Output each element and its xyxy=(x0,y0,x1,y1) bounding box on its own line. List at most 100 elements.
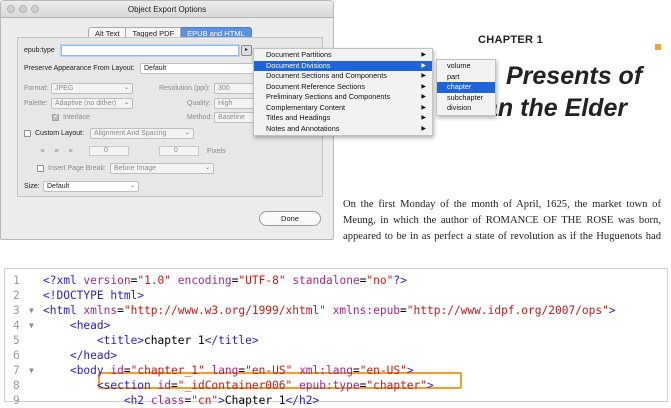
code-token: <h2 xyxy=(123,394,151,407)
chevron-down-icon: ⌄ xyxy=(129,183,135,189)
align-left-icon[interactable]: ≡ xyxy=(37,147,48,156)
custom-layout-checkbox[interactable] xyxy=(24,130,31,137)
preserve-appearance-select[interactable]: Default xyxy=(140,63,255,74)
chevron-down-icon: ⌄ xyxy=(123,100,129,106)
code-token: Chapter 1 xyxy=(224,394,286,407)
quality-select[interactable]: High xyxy=(214,98,255,109)
zoom-window-button[interactable] xyxy=(31,5,39,13)
menu-item-part[interactable]: part xyxy=(437,72,495,83)
epub-type-input[interactable] xyxy=(61,45,239,56)
menu-item-document-divisions[interactable]: Document Divisions ▶ xyxy=(254,60,432,71)
submenu-arrow-icon: ▶ xyxy=(421,73,426,79)
done-button[interactable]: Done xyxy=(259,211,321,226)
epub-type-menu-button[interactable]: ▸ xyxy=(241,45,252,56)
size-label: Size: xyxy=(24,183,40,190)
align-center-icon[interactable]: ≡ xyxy=(51,147,62,156)
code-line: 7 ▼ <body id="chapter_1" lang="en-US" xml… xyxy=(5,363,665,378)
code-token: = xyxy=(400,304,407,317)
chevron-down-icon: ⌄ xyxy=(184,130,190,136)
fold-arrow-icon[interactable]: ▼ xyxy=(29,363,34,378)
code-text: <!DOCTYPE html> xyxy=(43,288,144,303)
line-number: 3 xyxy=(13,304,20,317)
code-token: encoding xyxy=(177,274,232,287)
document-divisions-submenu: volume part chapter subchapter division xyxy=(436,59,496,116)
line-number: 1 xyxy=(13,274,20,287)
format-label: Format: xyxy=(24,85,49,92)
code-text: <body id="chapter_1" lang="en-US" xml:la… xyxy=(43,363,414,378)
code-token: class xyxy=(150,394,185,407)
close-window-button[interactable] xyxy=(7,5,15,13)
code-line: 4 ▼ <head> xyxy=(5,318,665,333)
code-line: 3 ▼ <html xmlns="http://www.w3.org/1999/xh… xyxy=(5,303,665,318)
line-number: 4 xyxy=(13,319,20,332)
line-number: 7 xyxy=(13,364,20,377)
menu-item-document-sections-and-components[interactable]: Document Sections and Components ▶ xyxy=(254,71,432,82)
code-token: xml:lang xyxy=(299,364,353,377)
dialog-titlebar: Object Export Options xyxy=(1,1,333,18)
custom-layout-select[interactable]: Alignment And Spacing ⌄ xyxy=(90,128,194,139)
menu-item-volume[interactable]: volume xyxy=(437,61,495,72)
code-token: xmlns:epub xyxy=(332,304,401,317)
palette-select[interactable]: Adaptive (no dither) ⌄ xyxy=(51,98,133,109)
interlace-checkbox[interactable] xyxy=(52,112,59,121)
space-after-stepper[interactable]: 0 xyxy=(159,146,199,156)
format-select[interactable]: JPEG ⌄ xyxy=(51,83,133,94)
fold-arrow-icon[interactable]: ▼ xyxy=(29,303,34,318)
code-line: 9 <h2 class="cn">Chapter 1</h2> xyxy=(5,393,665,408)
code-token: <?xml xyxy=(43,274,84,287)
chapter-label: CHAPTER 1 xyxy=(478,34,544,46)
code-line: 1 <?xml version="1.0" encoding="UTF-8" st… xyxy=(5,273,665,288)
code-token: <!DOCTYPE html> xyxy=(43,289,145,302)
menu-item-document-reference-sections[interactable]: Document Reference Sections ▶ xyxy=(254,82,432,93)
quality-label: Quality: xyxy=(187,100,211,107)
page-break-checkbox[interactable] xyxy=(37,165,44,172)
code-token: "chapter" xyxy=(366,379,428,392)
code-token: </title> xyxy=(204,334,259,347)
size-select[interactable]: Default ⌄ xyxy=(43,181,139,192)
menu-item-chapter[interactable]: chapter xyxy=(437,82,495,93)
space-before-stepper[interactable]: 0 xyxy=(89,146,129,156)
code-token: = xyxy=(352,364,360,377)
submenu-arrow-icon: ▶ xyxy=(421,125,426,132)
menu-item-document-partitions[interactable]: Document Partitions ▶ xyxy=(254,50,432,61)
book-body-text: On the first Monday of the month of Apri… xyxy=(343,199,661,242)
triangle-right-icon: ▸ xyxy=(244,47,248,53)
code-line: 2 <!DOCTYPE html> xyxy=(5,288,665,303)
code-token: id xyxy=(157,379,171,392)
menu-item-subchapter[interactable]: subchapter xyxy=(437,93,495,104)
submenu-arrow-icon: ▶ xyxy=(421,94,426,100)
code-token: <section xyxy=(96,379,158,392)
line-number: 2 xyxy=(13,289,20,302)
menu-item-complementary-content[interactable]: Complementary Content ▶ xyxy=(254,103,432,114)
method-select[interactable]: Baseline xyxy=(214,112,255,123)
code-line: 6 </head> xyxy=(5,348,665,363)
menu-item-preliminary-sections-and-components[interactable]: Preliminary Sections and Components ▶ xyxy=(254,92,432,103)
page-break-select[interactable]: Before Image ⌄ xyxy=(110,163,214,174)
code-text: <?xml version="1.0" encoding="UTF-8" sta… xyxy=(43,273,407,288)
submenu-arrow-icon: ▶ xyxy=(421,104,426,111)
menu-item-division[interactable]: division xyxy=(437,103,495,114)
line-number: 8 xyxy=(13,379,20,392)
code-token: > xyxy=(406,364,414,377)
minimize-window-button[interactable] xyxy=(19,5,27,13)
fold-arrow-icon[interactable]: ▼ xyxy=(29,318,34,333)
menu-item-titles-and-headings[interactable]: Titles and Headings ▶ xyxy=(254,113,432,124)
line-number: 9 xyxy=(13,394,20,407)
code-token: version xyxy=(83,274,131,287)
page-break-label: Insert Page Break: xyxy=(48,165,106,172)
code-token: > xyxy=(608,304,616,317)
code-token: "http://www.idpf.org/2007/ops" xyxy=(406,304,609,317)
align-right-icon[interactable]: ≡ xyxy=(65,147,76,156)
book-title-line-2: an the Elder xyxy=(484,94,628,122)
resolution-select[interactable]: 300 xyxy=(214,83,255,94)
menu-item-notes-and-annotations[interactable]: Notes and Annotations ▶ xyxy=(254,124,432,135)
submenu-arrow-icon: ▶ xyxy=(421,62,426,69)
code-token: xmlns xyxy=(83,304,118,317)
code-text: <html xmlns="http://www.w3.org/1999/xhtm… xyxy=(43,303,616,318)
preserve-appearance-label: Preserve Appearance From Layout: xyxy=(24,65,135,72)
code-token: </head> xyxy=(69,349,118,362)
